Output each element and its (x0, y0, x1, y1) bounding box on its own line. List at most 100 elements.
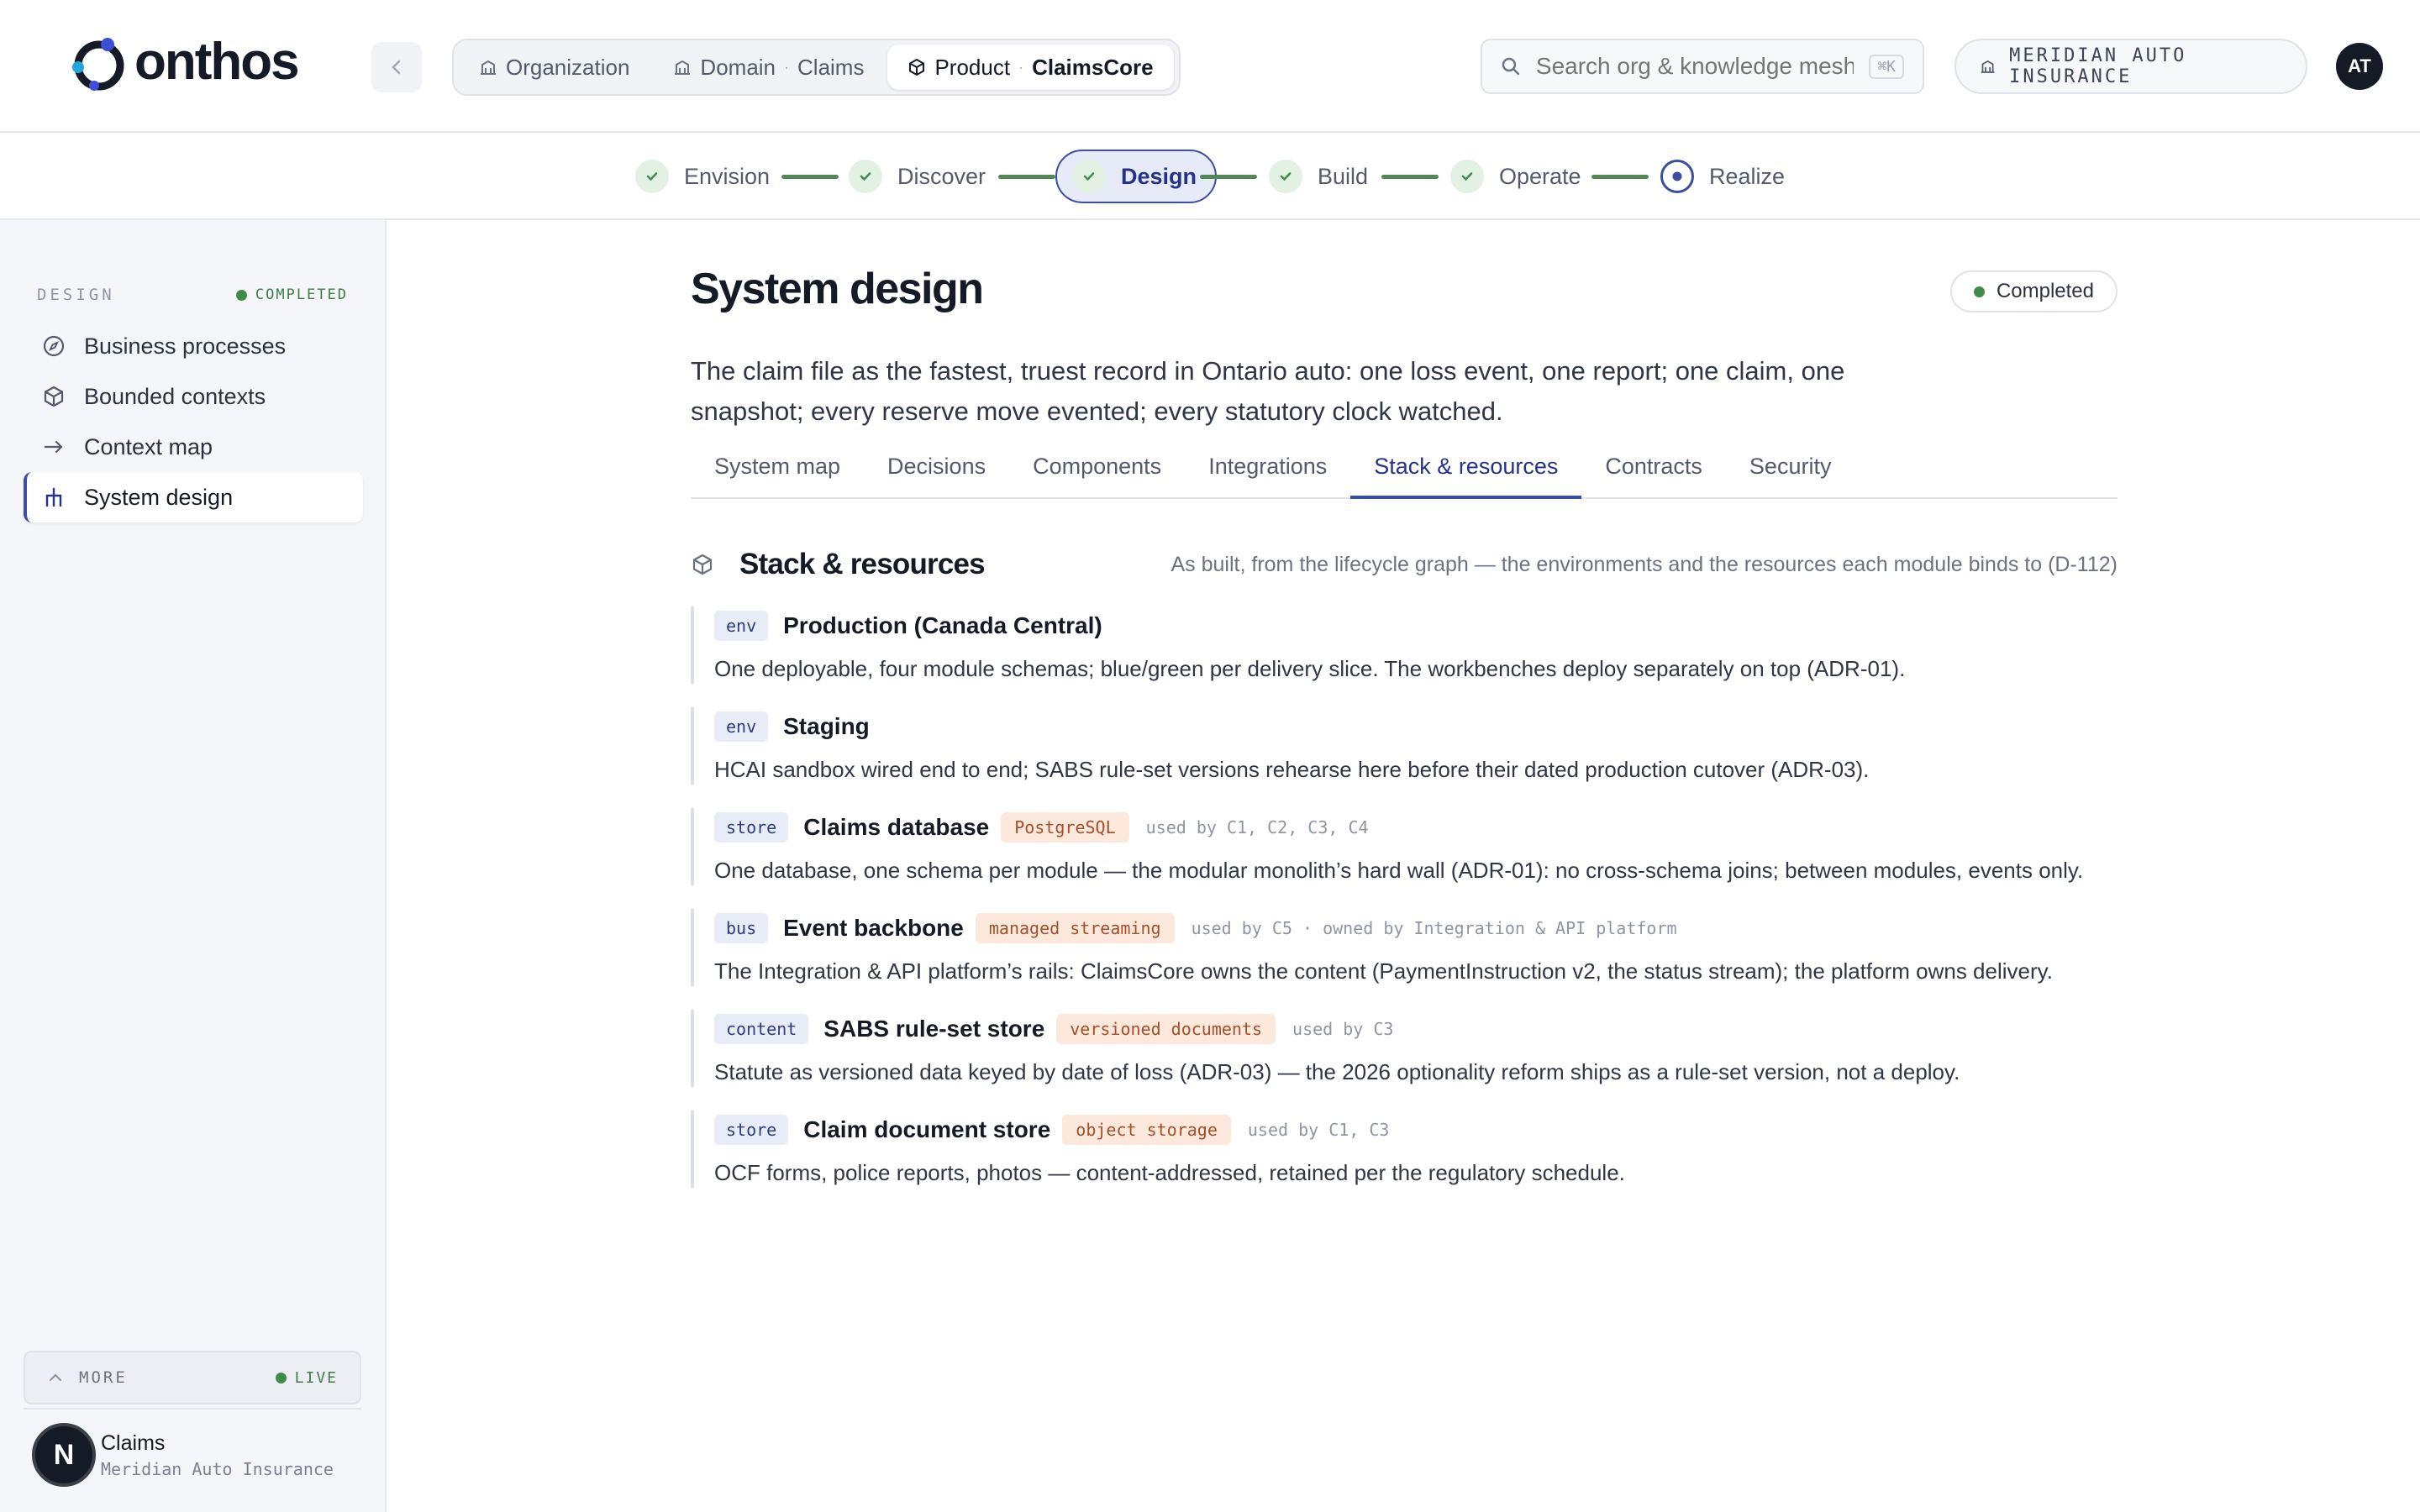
resource-name: SABS rule-set store (823, 1016, 1045, 1042)
live-badge: LIVE (275, 1368, 338, 1387)
resource-tech-tag: PostgreSQL (1001, 812, 1129, 843)
step-label: Realize (1709, 163, 1786, 189)
sidebar: DESIGN COMPLETED Business processes Boun… (0, 220, 387, 1512)
resource-kind-tag: env (714, 611, 769, 641)
resource-name: Staging (783, 713, 870, 739)
resource-name: Claims database (803, 814, 990, 840)
breadcrumb-label: Organization (506, 54, 630, 80)
sidebar-item-business-processes[interactable]: Business processes (24, 321, 363, 371)
resource-kind-tag: bus (714, 913, 769, 943)
resource-item: store Claim document store object storag… (691, 1110, 2118, 1188)
check-icon (1269, 160, 1302, 193)
resource-description: One deployable, four module schemas; blu… (714, 656, 1906, 681)
shortcut-hint: ⌘K (1869, 54, 1904, 79)
org-name: MERIDIAN AUTO INSURANCE (2009, 45, 2187, 87)
breadcrumb-product[interactable]: Product · ClaimsCore (887, 45, 1174, 90)
org-switcher[interactable]: MERIDIAN AUTO INSURANCE (1954, 39, 2307, 94)
workspace-avatar: N (32, 1423, 96, 1487)
resource-name: Production (Canada Central) (783, 612, 1102, 638)
current-step-icon (1660, 160, 1694, 193)
brand-logo[interactable]: onthos (69, 32, 300, 94)
sidebar-item-context-map[interactable]: Context map (24, 422, 363, 472)
resource-item: store Claims database PostgreSQL used by… (691, 808, 2118, 885)
check-icon (849, 160, 882, 193)
check-icon (1072, 160, 1106, 193)
tab-security[interactable]: Security (1726, 445, 1855, 499)
tab-stack-resources[interactable]: Stack & resources (1350, 445, 1582, 499)
status-label: COMPLETED (255, 286, 348, 303)
step-label: Design (1121, 163, 1197, 189)
cube-icon (42, 385, 66, 408)
resource-description: OCF forms, police reports, photos — cont… (714, 1160, 1625, 1185)
workspace-card[interactable]: N Claims Meridian Auto Insurance (24, 1408, 361, 1500)
resource-tech-tag: versioned documents (1056, 1014, 1276, 1044)
breadcrumb-label: Product (934, 54, 1011, 80)
search-icon (1502, 57, 1520, 76)
resource-tech-tag: managed streaming (975, 913, 1175, 943)
sidebar-item-label: System design (84, 484, 234, 510)
collapse-back-button[interactable] (371, 42, 422, 92)
check-icon (1450, 160, 1484, 193)
page-title: System design (691, 265, 984, 313)
status-dot-icon (235, 289, 247, 301)
tab-integrations[interactable]: Integrations (1185, 445, 1350, 499)
brand-name: onthos (134, 32, 300, 91)
resource-description: One database, one schema per module — th… (714, 858, 2084, 883)
breadcrumb-value: ClaimsCore (1032, 54, 1154, 80)
separator: · (784, 58, 790, 76)
section-title: Stack & resources (739, 548, 986, 580)
step-discover[interactable]: Discover (849, 150, 986, 203)
resource-used-by: used by C5 · owned by Integration & API … (1191, 918, 1677, 938)
resource-item: content SABS rule-set store versioned do… (691, 1010, 2118, 1087)
sidebar-item-system-design[interactable]: System design (24, 472, 363, 522)
lifecycle-stepper: Envision Discover Design Build Operate R… (0, 134, 2420, 220)
step-connector (998, 175, 1055, 179)
search-bar[interactable]: ⌘K (1481, 39, 1924, 94)
sidebar-item-bounded-contexts[interactable]: Bounded contexts (24, 371, 363, 422)
tab-components[interactable]: Components (1009, 445, 1185, 499)
sidebar-item-label: Business processes (84, 333, 287, 359)
search-input[interactable] (1535, 53, 1854, 80)
breadcrumb-label: Domain (700, 54, 776, 80)
tab-system-map[interactable]: System map (691, 445, 864, 499)
resource-description: HCAI sandbox wired end to end; SABS rule… (714, 757, 1870, 782)
status-label: Completed (1996, 280, 2094, 302)
resource-kind-tag: content (714, 1014, 809, 1044)
chevron-left-icon (392, 60, 401, 75)
tab-decisions[interactable]: Decisions (864, 445, 1009, 499)
step-realize[interactable]: Realize (1660, 150, 1785, 203)
section-subtitle: As built, from the lifecycle graph — the… (1171, 552, 2118, 576)
live-label: LIVE (294, 1368, 338, 1387)
user-avatar[interactable]: AT (2336, 43, 2383, 90)
resource-name: Event backbone (783, 915, 964, 941)
step-build[interactable]: Build (1269, 150, 1368, 203)
sidebar-item-label: Context map (84, 433, 213, 459)
breadcrumb-organization[interactable]: Organization (459, 45, 650, 90)
sidebar-section-title: DESIGN (37, 286, 115, 304)
more-toggle[interactable]: MORE LIVE (24, 1351, 361, 1404)
cube-icon (908, 58, 926, 76)
step-operate[interactable]: Operate (1450, 150, 1581, 203)
resource-description: Statute as versioned data keyed by date … (714, 1059, 1960, 1084)
arrow-right-icon (42, 435, 66, 459)
step-label: Discover (897, 163, 986, 189)
building-icon (1981, 60, 1995, 73)
resource-kind-tag: store (714, 1115, 789, 1145)
step-design[interactable]: Design (1055, 150, 1218, 203)
resource-description: The Integration & API platform’s rails: … (714, 958, 2053, 984)
live-dot-icon (275, 1372, 287, 1383)
sidebar-header: DESIGN COMPLETED (37, 286, 348, 304)
status-badge: COMPLETED (235, 286, 348, 303)
workspace-org: Meridian Auto Insurance (101, 1458, 334, 1479)
step-connector (1591, 175, 1649, 179)
logo-icon (69, 34, 129, 94)
step-connector (781, 175, 839, 179)
tab-contracts[interactable]: Contracts (1581, 445, 1726, 499)
step-label: Operate (1499, 163, 1581, 189)
breadcrumb-domain[interactable]: Domain · Claims (653, 45, 884, 90)
building-icon (479, 58, 497, 76)
check-icon (635, 160, 669, 193)
sidebar-nav: Business processes Bounded contexts Cont… (24, 321, 363, 522)
resource-used-by: used by C1, C3 (1247, 1120, 1390, 1140)
step-envision[interactable]: Envision (635, 150, 770, 203)
